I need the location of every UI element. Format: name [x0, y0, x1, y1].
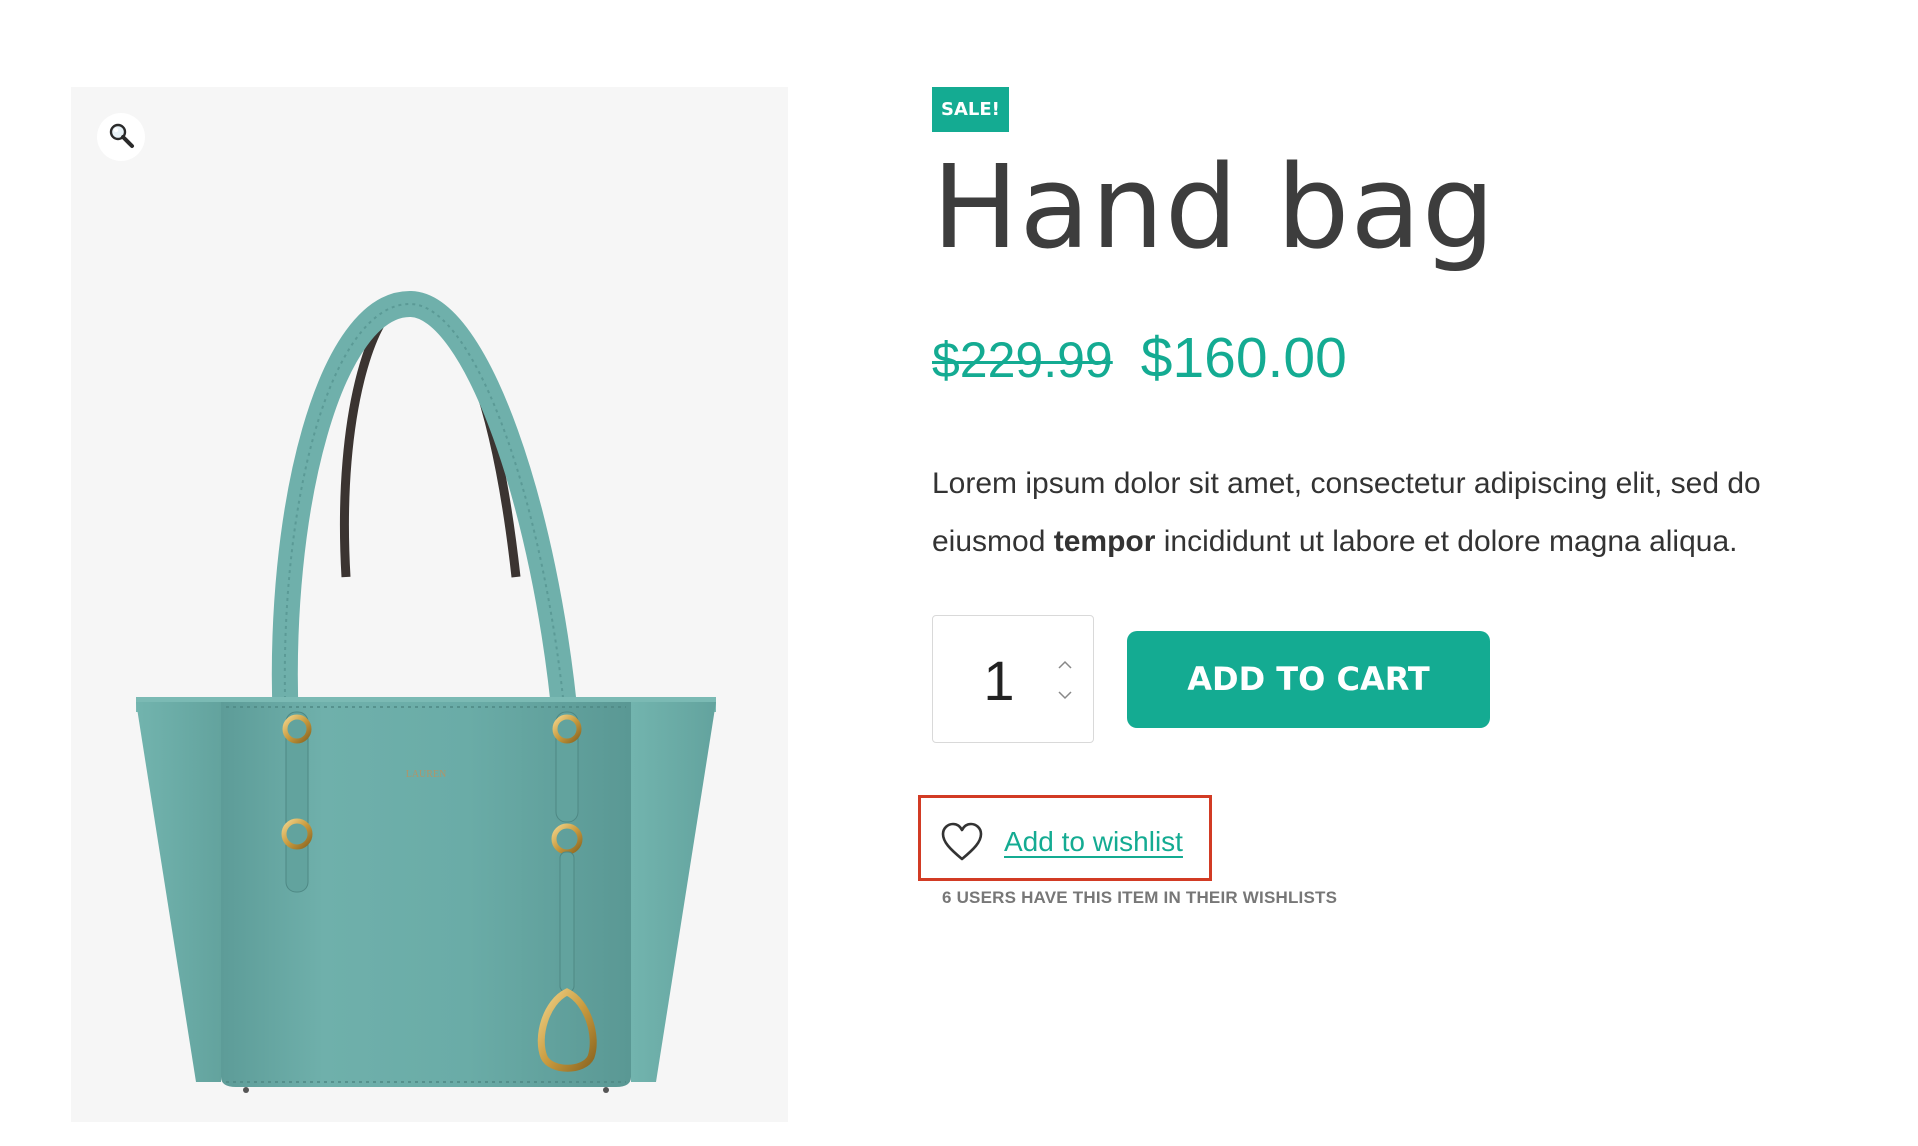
- quantity-input[interactable]: 1: [933, 616, 1065, 744]
- sale-badge: SALE!: [932, 87, 1009, 132]
- sale-price: $160.00: [1140, 326, 1347, 390]
- magnifier-icon: [107, 121, 135, 154]
- wishlist-count: 6 USERS HAVE THIS ITEM IN THEIR WISHLIST…: [942, 888, 1338, 907]
- add-to-cart-button[interactable]: ADD TO CART: [1127, 630, 1490, 728]
- product-gallery: LAUREN: [71, 87, 788, 1122]
- short-description: Lorem ipsum dolor sit amet, consectetur …: [932, 455, 1832, 571]
- product-page: LAUREN SALE! Hand bag $229.99 $160.00 Lo…: [0, 0, 1918, 1146]
- product-summary: SALE! Hand bag $229.99 $160.00 Lorem ips…: [932, 87, 1832, 743]
- svg-text:LAUREN: LAUREN: [406, 769, 447, 780]
- add-to-wishlist-link[interactable]: Add to wishlist: [940, 822, 1183, 862]
- stepper-controls: [1053, 654, 1077, 706]
- heart-icon: [940, 822, 984, 862]
- product-image[interactable]: LAUREN: [126, 207, 726, 1107]
- chevron-up-icon[interactable]: [1053, 654, 1077, 676]
- product-title: Hand bag: [932, 141, 1496, 275]
- quantity-stepper[interactable]: 1: [932, 615, 1094, 743]
- add-to-wishlist-label[interactable]: Add to wishlist: [1004, 826, 1183, 858]
- zoom-button[interactable]: [97, 113, 145, 161]
- description-text-2: incididunt ut labore et dolore magna ali…: [1155, 525, 1738, 558]
- regular-price: $229.99: [932, 332, 1113, 388]
- chevron-down-icon[interactable]: [1053, 684, 1077, 706]
- price: $229.99 $160.00: [932, 325, 1347, 391]
- add-to-cart-form: 1 ADD TO CART: [932, 615, 1490, 743]
- description-bold: tempor: [1053, 525, 1156, 558]
